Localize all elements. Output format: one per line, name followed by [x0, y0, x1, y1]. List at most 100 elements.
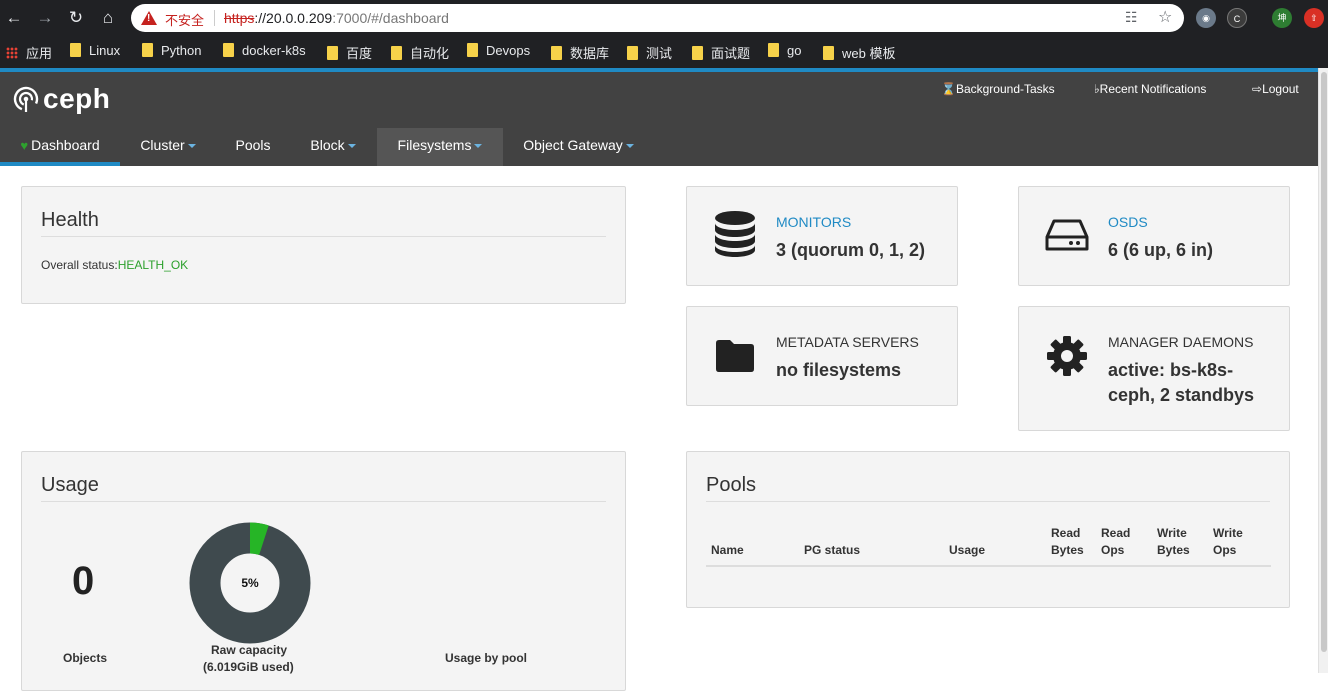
extension-update-icon[interactable]: ⇧	[1304, 8, 1324, 28]
osds-card: OSDS 6 (6 up, 6 in)	[1018, 186, 1290, 286]
monitors-label[interactable]: MONITORS	[776, 214, 851, 230]
col-read-ops[interactable]: Read Ops	[1096, 525, 1152, 567]
bookmark-item[interactable]: 测试	[627, 43, 672, 61]
usage-by-pool-label: Usage by pool	[445, 651, 528, 665]
caret-down-icon	[474, 144, 483, 148]
bookmark-item[interactable]: Devops	[467, 43, 530, 61]
col-write-ops[interactable]: Write Ops	[1208, 525, 1271, 567]
bookmark-item[interactable]: 数据库	[551, 43, 609, 61]
nav-label: Block	[310, 137, 345, 153]
gear-icon	[1047, 336, 1087, 376]
ceph-logo[interactable]: ceph	[12, 83, 111, 118]
folder-icon	[551, 46, 562, 60]
nav-filesystems[interactable]: Filesystems	[377, 128, 503, 166]
profile-avatar[interactable]: 坤	[1272, 8, 1292, 28]
monitors-value: 3 (quorum 0, 1, 2)	[776, 240, 926, 260]
url-path: :7000/#/dashboard	[332, 10, 449, 26]
metadata-servers-value: no filesystems	[776, 360, 902, 380]
divider	[41, 236, 606, 237]
nav-label: Filesystems	[397, 137, 472, 153]
pools-panel: Pools Name PG status Usage Read Bytes Re…	[686, 451, 1290, 608]
logout-link[interactable]: ⇨Logout	[1252, 82, 1299, 96]
back-arrow-icon[interactable]: ←	[4, 8, 24, 28]
col-name[interactable]: Name	[706, 525, 799, 567]
bookmark-apps[interactable]: 应用	[6, 43, 52, 61]
star-icon[interactable]: ☆	[1158, 7, 1172, 27]
bookmark-label: go	[787, 43, 802, 58]
apps-grid-icon	[6, 47, 18, 59]
nav-label: Cluster	[140, 137, 185, 153]
folder-icon	[327, 46, 338, 60]
extension-c-icon[interactable]: C	[1227, 8, 1247, 28]
url-host: ://20.0.0.209	[254, 10, 333, 26]
col-read-bytes[interactable]: Read Bytes	[1046, 525, 1096, 567]
raw-capacity-label: Raw capacity	[211, 643, 288, 657]
bookmark-label: Devops	[486, 43, 531, 58]
nav-label: Pools	[235, 137, 271, 153]
insecure-label: 不安全	[165, 14, 205, 29]
col-write-bytes[interactable]: Write Bytes	[1152, 525, 1208, 567]
col-label: Write Bytes	[1157, 526, 1190, 557]
home-icon[interactable]: ⌂	[98, 8, 118, 28]
raw-capacity-used: (6.019GiB used)	[203, 660, 294, 674]
col-pg-status[interactable]: PG status	[799, 525, 944, 567]
extension-owl-icon[interactable]: ◉	[1196, 8, 1216, 28]
bookmark-item[interactable]: go	[768, 43, 801, 61]
folder-icon	[692, 46, 703, 60]
bookmark-item[interactable]: web 模板	[823, 43, 895, 61]
bookmark-label: 测试	[646, 46, 673, 61]
bookmark-label: 自动化	[410, 46, 450, 61]
browser-toolbar: ← → ↻ ⌂ 不安全 https://20.0.0.209:7000/#/da…	[0, 0, 1328, 36]
notifications-link[interactable]: ♭Recent Notifications	[1094, 82, 1206, 96]
bookmark-label: docker-k8s	[242, 43, 306, 58]
bookmark-item[interactable]: Linux	[70, 43, 120, 61]
folder-icon	[142, 43, 153, 57]
folder-icon	[391, 46, 402, 60]
metadata-servers-label: METADATA SERVERS	[776, 334, 919, 350]
bookmark-label: 应用	[26, 46, 53, 61]
url-text[interactable]: https://20.0.0.209:7000/#/dashboard	[224, 10, 449, 26]
bookmark-label: 百度	[346, 46, 373, 61]
scrollbar-thumb[interactable]	[1321, 72, 1327, 652]
nav-block[interactable]: Block	[298, 128, 368, 166]
utility-label: Background-Tasks	[955, 82, 1055, 96]
bookmark-item[interactable]: docker-k8s	[223, 43, 306, 61]
warning-icon	[141, 11, 157, 25]
hdd-icon	[1045, 219, 1089, 251]
utility-label: Logout	[1262, 82, 1299, 96]
usage-panel: Usage 0 Objects 5% Raw capacity (6.019Gi…	[21, 451, 626, 691]
database-icon	[715, 211, 755, 257]
folder-icon	[627, 46, 638, 60]
reload-icon[interactable]: ↻	[66, 8, 86, 28]
usage-title: Usage	[41, 474, 99, 496]
col-usage[interactable]: Usage	[944, 525, 1046, 567]
nav-pools[interactable]: Pools	[222, 128, 284, 166]
nav-cluster[interactable]: Cluster	[128, 128, 208, 166]
background-tasks-link[interactable]: ⌛Background-Tasks	[941, 82, 1055, 96]
osds-label[interactable]: OSDS	[1108, 214, 1148, 230]
logout-icon: ⇨	[1252, 82, 1263, 96]
bookmark-item[interactable]: 百度	[327, 43, 372, 61]
nav-object-gateway[interactable]: Object Gateway	[512, 128, 645, 166]
hourglass-icon: ⌛	[941, 82, 956, 96]
address-separator	[214, 10, 215, 26]
health-title: Health	[41, 209, 99, 231]
forward-arrow-icon[interactable]: →	[35, 8, 55, 28]
page-scrollbar[interactable]	[1318, 68, 1328, 673]
health-status: Overall status:HEALTH_OK	[41, 258, 188, 272]
bookmark-item[interactable]: 面试题	[692, 43, 750, 61]
bookmark-item[interactable]: Python	[142, 43, 201, 61]
pools-table: Name PG status Usage Read Bytes Read Ops…	[706, 525, 1271, 567]
col-label: Read Bytes	[1051, 526, 1084, 557]
folder-icon	[223, 43, 234, 57]
health-status-label: Overall status:	[41, 258, 118, 272]
nav-dashboard[interactable]: ♥ Dashboard	[0, 128, 120, 166]
translate-icon[interactable]: ☷	[1125, 9, 1138, 26]
address-bar[interactable]: 不安全 https://20.0.0.209:7000/#/dashboard …	[131, 4, 1184, 32]
manager-daemons-card: MANAGER DAEMONS active: bs-k8s-ceph, 2 s…	[1018, 306, 1290, 431]
nav-label: Dashboard	[31, 137, 100, 153]
bookmark-item[interactable]: 自动化	[391, 43, 449, 61]
col-label: Read Ops	[1101, 526, 1131, 557]
ceph-brand: ceph	[43, 83, 111, 114]
caret-down-icon	[187, 144, 196, 148]
